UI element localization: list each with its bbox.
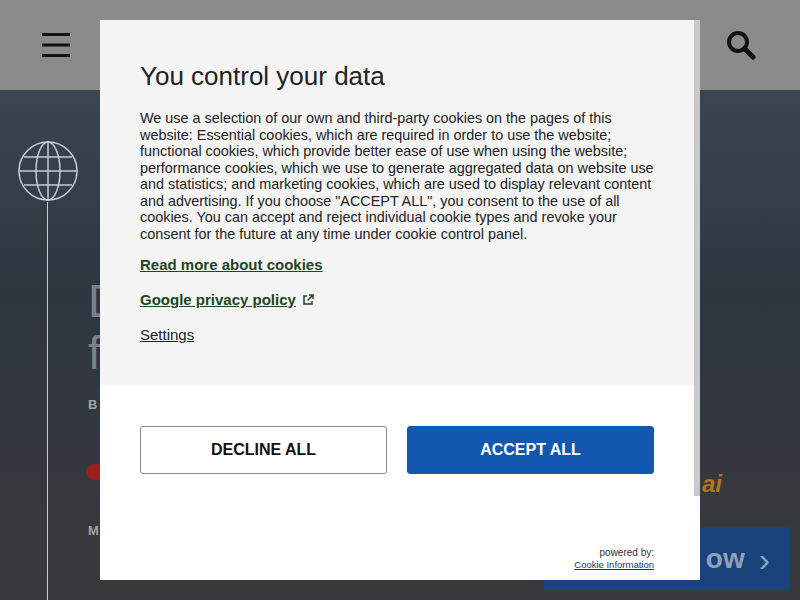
search-icon (726, 30, 756, 60)
timeline-line (47, 202, 48, 600)
dialog-body: We use a selection of our own and third-… (140, 110, 654, 242)
chevron-icon: › (759, 542, 770, 576)
search-button[interactable] (726, 30, 756, 60)
hero-text: B (88, 398, 97, 411)
consent-button[interactable]: ACCEPT ALL (407, 426, 654, 474)
hero-text: M (88, 524, 99, 537)
policy-link[interactable]: Google privacy policy (140, 291, 314, 309)
cookie-dialog: You control your data We use a selection… (100, 20, 700, 580)
link-list: Read more about cookies Google privacy p… (140, 256, 654, 344)
globe-icon[interactable] (17, 140, 79, 202)
hero-text: f (88, 330, 101, 376)
dialog-title: You control your data (140, 60, 654, 92)
dialog-content: You control your data We use a selection… (100, 20, 700, 385)
menu-button[interactable] (42, 33, 70, 57)
dialog-footer: powered by: Cookie Information (100, 515, 700, 580)
consent-button[interactable]: DECLINE ALL (140, 426, 387, 474)
settings-link[interactable]: Settings (140, 326, 194, 344)
hamburger-icon (42, 33, 70, 57)
dialog-actions: DECLINE ALL ACCEPT ALL (100, 385, 700, 515)
powered-by: powered by: Cookie Information (574, 547, 654, 570)
accent-text: ai (702, 470, 722, 498)
scrollbar[interactable] (694, 20, 700, 496)
external-link-icon (302, 294, 314, 306)
policy-link[interactable]: Read more about cookies (140, 256, 323, 274)
provider-link[interactable]: Cookie Information (574, 559, 654, 570)
page: DfBM ai ow › You control your data We us… (0, 0, 800, 600)
